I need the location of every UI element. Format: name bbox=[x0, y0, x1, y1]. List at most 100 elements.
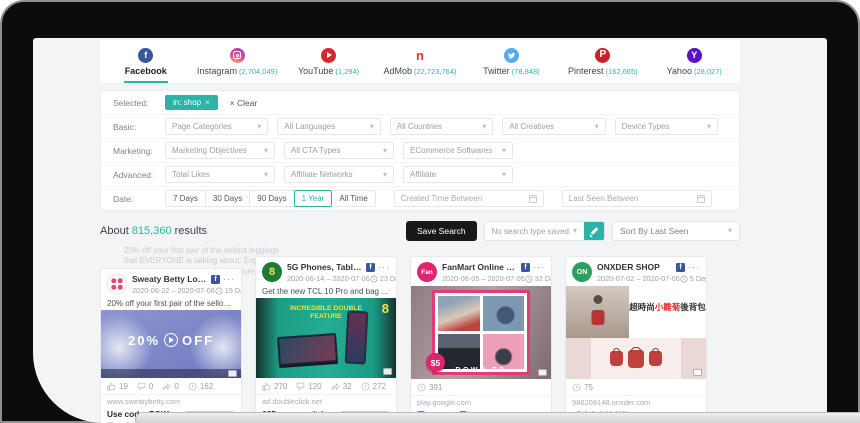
marketing-label: Marketing: bbox=[113, 146, 165, 156]
tab-admob[interactable]: n AdMob(22,723,764) bbox=[374, 40, 465, 83]
card-header: 8 5G Phones, Tablets & SIMs | ... f ··· … bbox=[256, 257, 396, 286]
date-30-days-button[interactable]: 30 Days bbox=[206, 190, 250, 207]
dropdown-page-categories[interactable]: Page Categories▾ bbox=[165, 118, 268, 135]
ad-creative-image[interactable]: 20%OFF bbox=[101, 310, 241, 378]
tab-label: Instagram bbox=[197, 66, 237, 76]
dropdown-value: All Languages bbox=[284, 122, 335, 131]
creative-text: FEATURE bbox=[310, 313, 342, 320]
dropdown-marketing-objectives[interactable]: Marketing Objectives ▾ bbox=[165, 142, 275, 159]
tab-twitter[interactable]: Twitter(78,848) bbox=[466, 40, 557, 83]
created-time-between-input[interactable]: Created Time Between bbox=[394, 190, 544, 207]
card-menu-button[interactable]: ··· bbox=[688, 265, 700, 270]
dropdown-creatives[interactable]: All Creatives▾ bbox=[502, 118, 605, 135]
filter-row-marketing: Marketing: Marketing Objectives ▾ All CTA… bbox=[101, 138, 739, 162]
tab-youtube[interactable]: YouTube(1,294) bbox=[283, 40, 374, 83]
dropdown-value: Page Categories bbox=[172, 122, 232, 131]
advertiser-name-link[interactable]: 5G Phones, Tablets & SIMs | ... bbox=[287, 262, 363, 272]
facebook-icon: f bbox=[138, 48, 153, 63]
ad-destination-link[interactable]: www.sweatybetty.com bbox=[101, 394, 241, 408]
sort-dropdown[interactable]: Sort By Last Seen▾ bbox=[612, 221, 740, 241]
ad-creative-image[interactable]: 超時尚小雛菊後背包 bbox=[566, 286, 706, 379]
results-count-text: About 815,360 results bbox=[100, 225, 207, 237]
twitter-icon bbox=[504, 48, 519, 63]
pinterest-icon: P bbox=[595, 48, 610, 63]
heat-icon bbox=[417, 383, 426, 392]
dropdown-total-likes[interactable]: Total Likes▾ bbox=[165, 166, 275, 183]
tv-graphic bbox=[277, 333, 338, 366]
date-all-time-button[interactable]: All Time bbox=[332, 190, 375, 207]
dropdown-device-types[interactable]: Device Types▾ bbox=[615, 118, 718, 135]
selected-filter-tag[interactable]: in: shop× bbox=[165, 95, 218, 110]
ad-destination-link[interactable]: ad.doubleclick.net bbox=[256, 394, 396, 408]
ad-card-5g-phones: 8 5G Phones, Tablets & SIMs | ... f ··· … bbox=[255, 256, 397, 423]
tab-count: (28,027) bbox=[694, 67, 722, 76]
dropdown-cta-types[interactable]: All CTA Types▾ bbox=[284, 142, 394, 159]
dropdown-languages[interactable]: All Languages▾ bbox=[277, 118, 380, 135]
date-90-days-button[interactable]: 90 Days bbox=[250, 190, 294, 207]
advertiser-avatar: Fan bbox=[417, 262, 437, 282]
advertiser-name-link[interactable]: ONXDER SHOP bbox=[597, 262, 673, 272]
dropdown-value: Marketing Objectives bbox=[172, 146, 247, 155]
tab-instagram[interactable]: Instagram(2,704,049) bbox=[191, 40, 282, 83]
play-icon bbox=[164, 333, 178, 347]
ad-duration: 15 Days bbox=[225, 286, 242, 295]
tab-pinterest[interactable]: P Pinterest(162,665) bbox=[557, 40, 648, 83]
facebook-badge-icon: f bbox=[521, 263, 530, 272]
remove-tag-icon[interactable]: × bbox=[205, 98, 210, 107]
engagement-stats: 391 bbox=[411, 379, 551, 395]
tab-label: Pinterest bbox=[568, 66, 604, 76]
video-progress-bar bbox=[101, 369, 241, 378]
filter-row-selected: Selected: in: shop× × Clear bbox=[101, 91, 739, 114]
ad-card-fanmart: Fan FanMart Online Shopping - F... f ···… bbox=[410, 256, 552, 423]
heat-count: 272 bbox=[373, 382, 386, 391]
date-range-segment: 7 Days 30 Days 90 Days 1 Year All Time bbox=[165, 190, 376, 207]
date-7-days-button[interactable]: 7 Days bbox=[165, 190, 206, 207]
ad-creative-image[interactable]: INCREDIBLE DOUBLEFEATURE 8 bbox=[256, 298, 396, 378]
saved-search-dropdown[interactable]: No search type saved▾ bbox=[485, 222, 584, 240]
ad-destination-link[interactable]: 986208148.onxder.com bbox=[566, 395, 706, 409]
date-1-year-button[interactable]: 1 Year bbox=[294, 190, 333, 207]
card-menu-button[interactable]: ··· bbox=[378, 265, 390, 270]
advertiser-name-link[interactable]: FanMart Online Shopping - F... bbox=[442, 262, 518, 272]
media-type-icon bbox=[693, 369, 702, 376]
filter-row-advanced: Advanced: Total Likes▾ Affiliate Network… bbox=[101, 162, 739, 186]
ad-destination-link[interactable]: play.google.com bbox=[411, 395, 551, 409]
tab-yahoo[interactable]: Y Yahoo(28,027) bbox=[649, 40, 740, 83]
advertiser-name-link[interactable]: Sweaty Betty London | Wom... bbox=[132, 274, 208, 284]
ad-duration: 32 Days bbox=[535, 274, 552, 283]
advertiser-avatar: ON bbox=[572, 262, 592, 282]
card-menu-button[interactable]: ··· bbox=[533, 265, 545, 270]
like-count: 19 bbox=[119, 382, 128, 391]
dropdown-affiliate-networks[interactable]: Affiliate Networks▾ bbox=[284, 166, 394, 183]
phone-graphic bbox=[344, 310, 368, 364]
platform-tab-bar: f Facebook Instagram(2,704,049) YouTube(… bbox=[100, 40, 740, 84]
card-menu-button[interactable]: ··· bbox=[223, 277, 235, 282]
save-search-button[interactable]: Save Search bbox=[406, 221, 477, 241]
calendar-icon bbox=[697, 195, 705, 203]
heat-icon bbox=[188, 382, 197, 391]
dropdown-value: Total Likes bbox=[172, 170, 210, 179]
date-label: Date: bbox=[113, 194, 165, 204]
dropdown-affiliate[interactable]: Affiliate▾ bbox=[403, 166, 513, 183]
ad-creative-image[interactable]: DOWN TO $5 bbox=[411, 286, 551, 379]
share-icon bbox=[162, 382, 171, 391]
main-content: f Facebook Instagram(2,704,049) YouTube(… bbox=[100, 38, 740, 423]
dropdown-value: All Countries bbox=[397, 122, 442, 131]
facebook-badge-icon: f bbox=[366, 263, 375, 272]
dropdown-ecommerce-softwares[interactable]: ECommerce Softwares▾ bbox=[403, 142, 513, 159]
tab-facebook[interactable]: f Facebook bbox=[100, 40, 191, 83]
filter-row-basic: Basic: Page Categories▾ All Languages▾ A… bbox=[101, 114, 739, 138]
chevron-down-icon: ▾ bbox=[264, 147, 268, 155]
model-photo bbox=[566, 286, 629, 338]
ad-text: Get the new TCL 10 Pro and bag a free TC… bbox=[256, 286, 396, 298]
ad-text: 20% off your first pair of the sellout l… bbox=[101, 298, 241, 310]
like-count: 270 bbox=[274, 382, 287, 391]
chevron-down-icon: ▾ bbox=[383, 147, 387, 155]
clock-icon bbox=[215, 287, 223, 295]
basic-label: Basic: bbox=[113, 122, 165, 132]
card-header: Sweaty Betty London | Wom... f ··· 2020-… bbox=[101, 269, 241, 298]
last-seen-between-input[interactable]: Last Seen Between bbox=[562, 190, 712, 207]
edit-saved-search-button[interactable] bbox=[584, 222, 604, 240]
dropdown-countries[interactable]: All Countries▾ bbox=[390, 118, 493, 135]
clear-filters-button[interactable]: × Clear bbox=[230, 98, 258, 108]
